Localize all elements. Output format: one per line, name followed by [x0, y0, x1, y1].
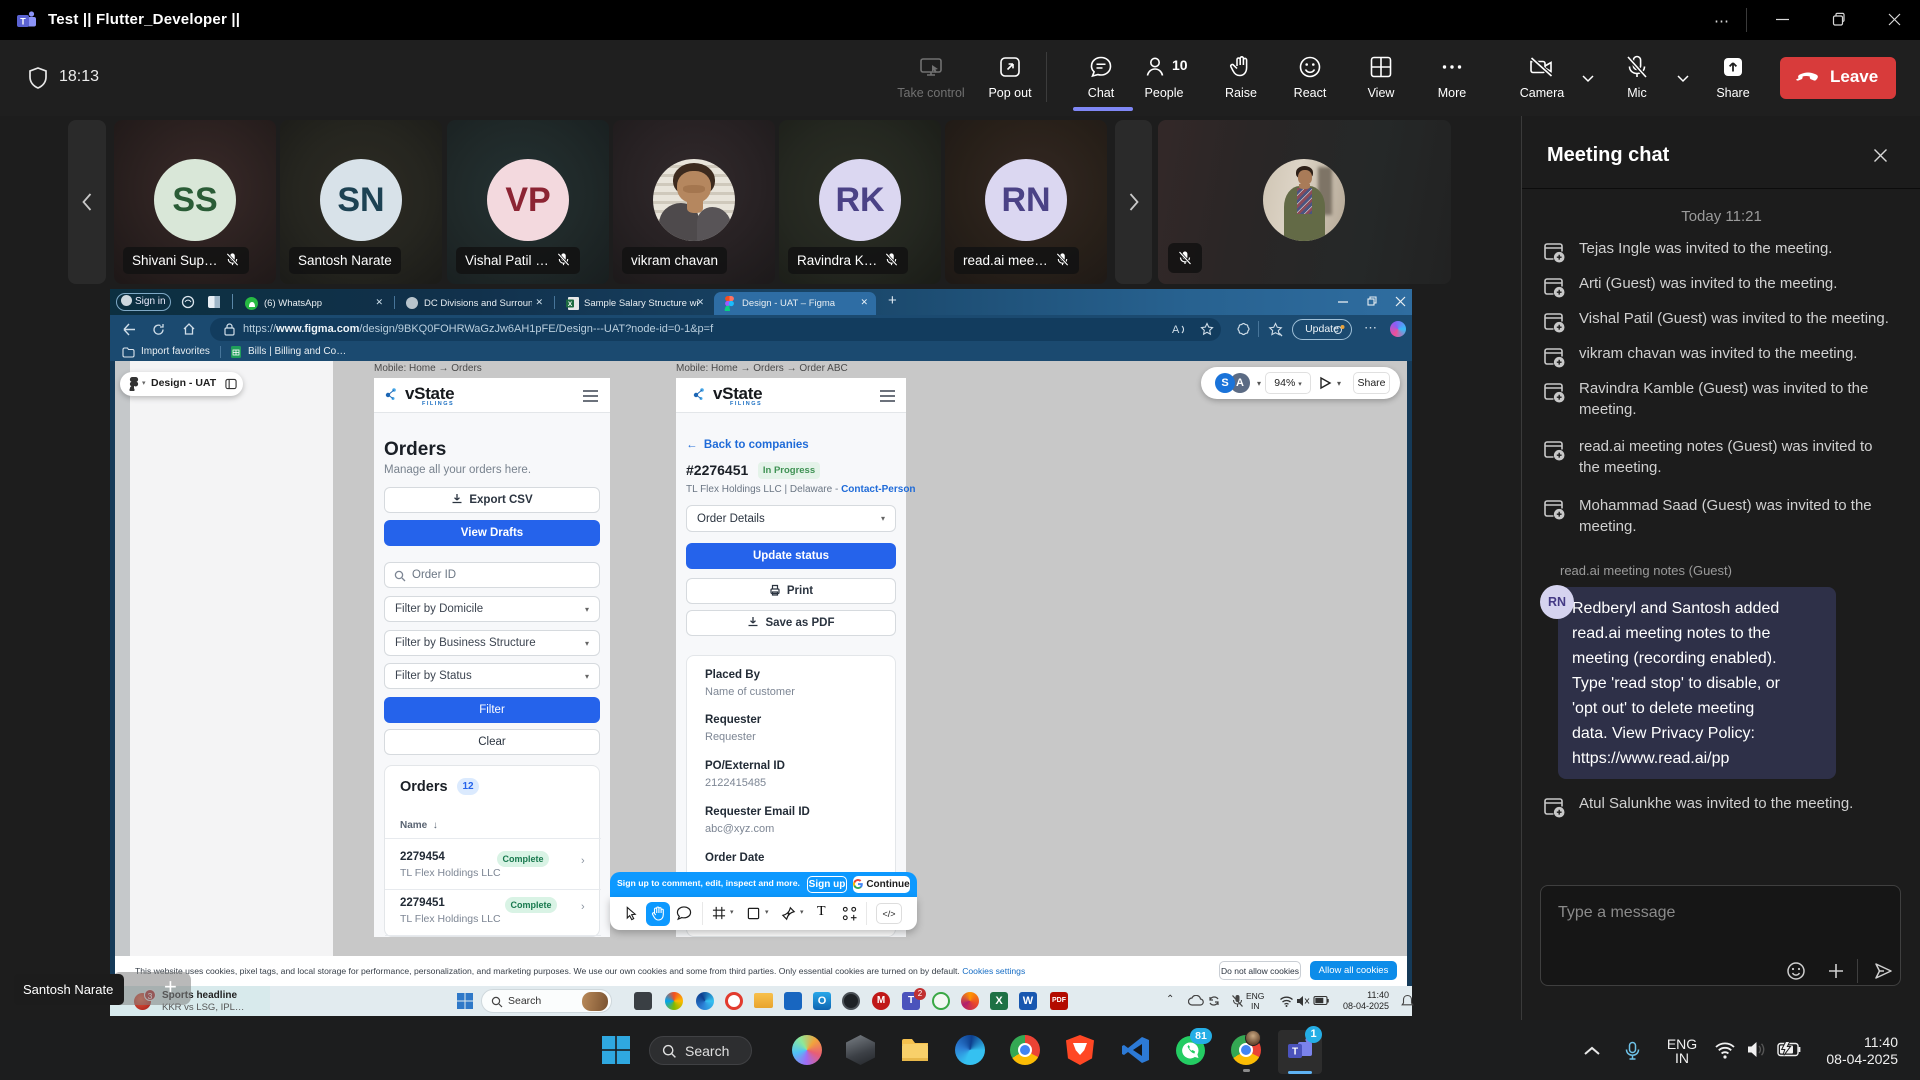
svg-text:T: T — [1292, 1047, 1298, 1058]
svg-text:X: X — [568, 301, 573, 308]
svg-text:T: T — [20, 17, 26, 27]
svg-text:A: A — [1172, 324, 1180, 336]
